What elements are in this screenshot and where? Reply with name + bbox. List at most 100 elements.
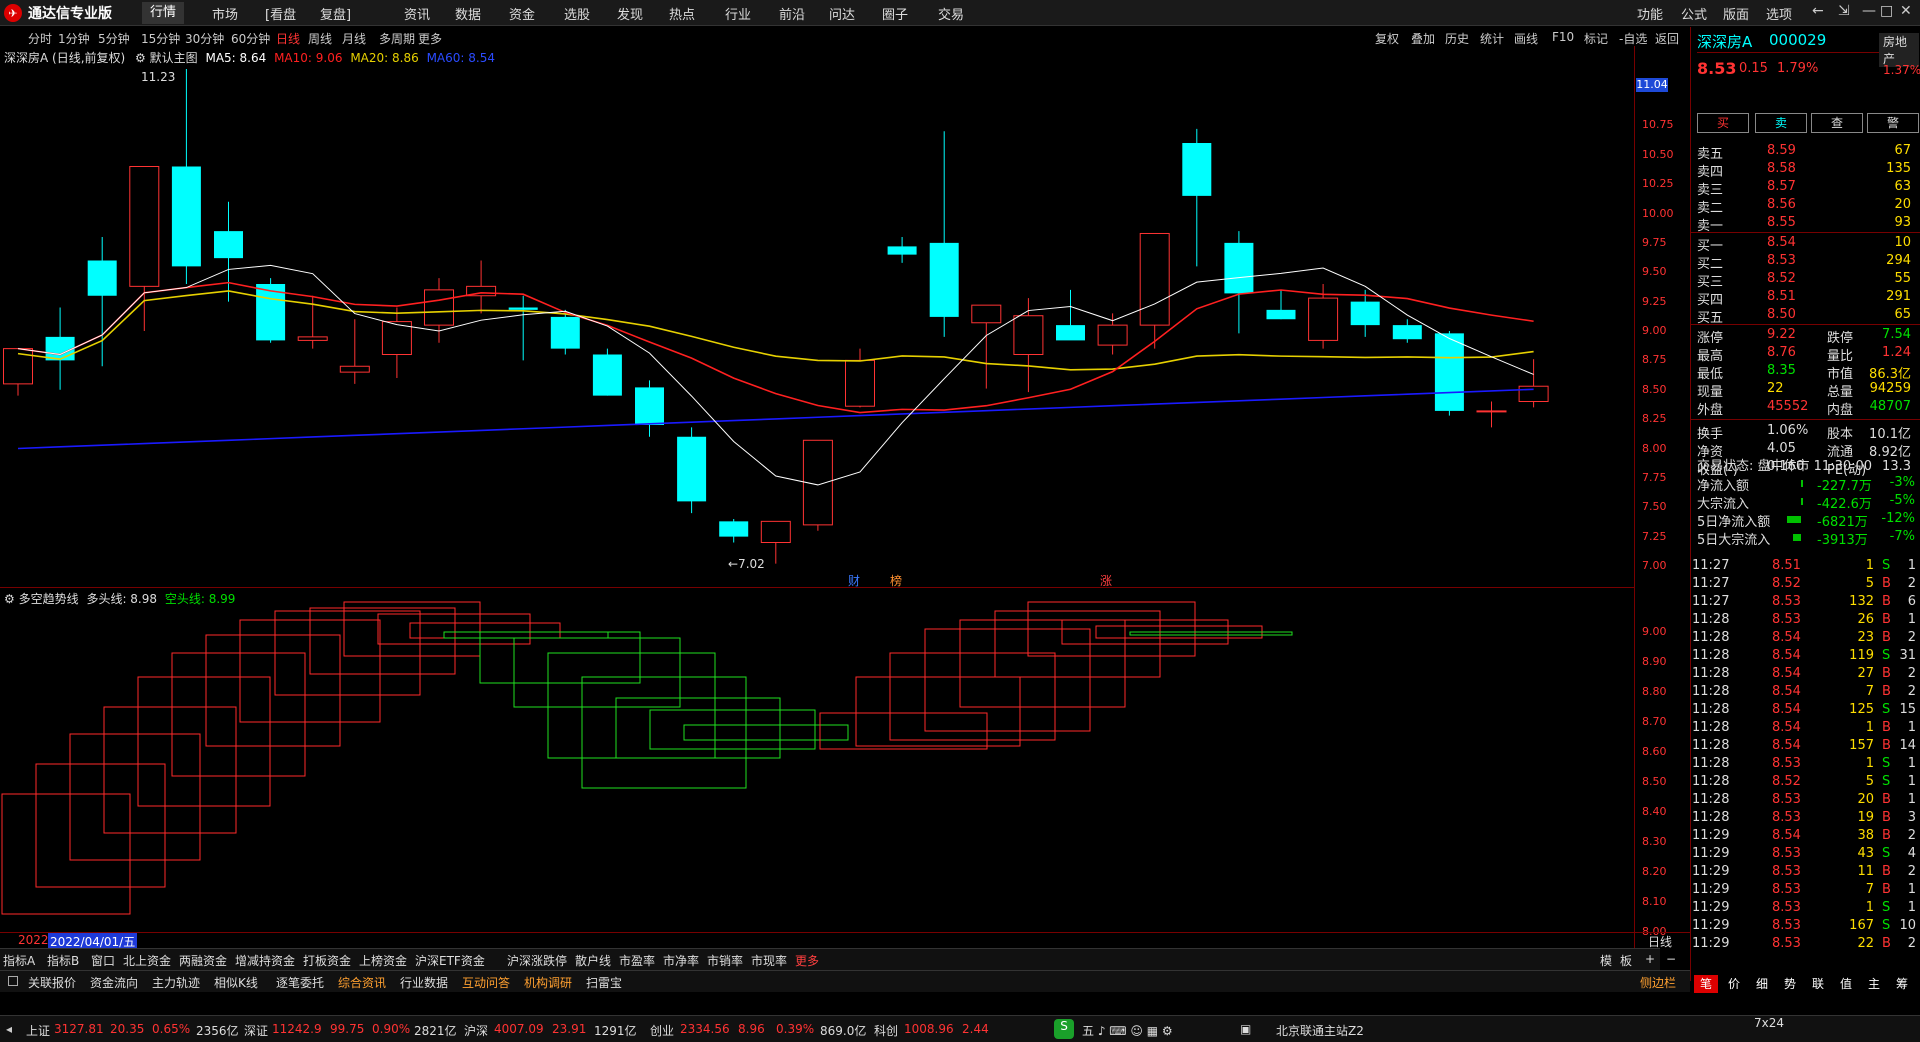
toolbar-button[interactable]: 叠加 (1411, 30, 1435, 47)
menu-item[interactable]: 前沿 (779, 4, 805, 23)
indicator-tab[interactable]: 两融资金 (179, 952, 227, 969)
indicator-tab[interactable]: 市销率 (707, 952, 743, 969)
menu-item[interactable]: 行业 (725, 4, 751, 23)
panel-control[interactable]: 模 (1600, 952, 1612, 969)
side-tab[interactable]: 细 (1750, 975, 1774, 993)
candle-body[interactable] (1056, 325, 1085, 341)
trade-button[interactable]: 买 (1697, 113, 1749, 133)
candle-body[interactable] (1139, 232, 1170, 326)
candle-body[interactable] (1350, 301, 1380, 326)
toolbar-button[interactable]: 返回 (1655, 30, 1679, 47)
period-tab[interactable]: 更多 (418, 30, 442, 47)
menu-item[interactable]: [看盘 (265, 4, 296, 23)
trade-button[interactable]: 卖 (1755, 113, 1807, 133)
indicator-tab[interactable]: 更多 (795, 952, 819, 969)
menu-item[interactable]: 数据 (455, 4, 481, 23)
indicator-tab[interactable]: 散户线 (575, 952, 611, 969)
toolbar-button[interactable]: 画线 (1514, 30, 1538, 47)
candle-body[interactable] (1308, 297, 1339, 341)
indicator-chart-area[interactable] (0, 588, 1635, 948)
candle-body[interactable] (339, 365, 370, 373)
indicator-tab[interactable]: 沪深ETF资金 (415, 952, 485, 969)
info-tab[interactable]: 综合资讯 (338, 974, 386, 991)
menu-icon[interactable]: ◂ (6, 1022, 12, 1036)
settings-icon[interactable]: ⚙ (135, 51, 146, 65)
indicator-tab[interactable]: 指标B (47, 952, 79, 969)
indicator-tab[interactable]: 指标A (3, 952, 35, 969)
candle-body[interactable] (87, 260, 117, 296)
info-tab[interactable]: 关联报价 (28, 974, 76, 991)
candle-body[interactable] (1392, 325, 1422, 340)
candle-body[interactable] (929, 242, 959, 317)
info-tab[interactable]: 主力轨迹 (152, 974, 200, 991)
period-tab[interactable]: 30分钟 (185, 30, 224, 47)
menu-item[interactable]: 热点 (669, 4, 695, 23)
cy-label[interactable]: 创业 (650, 1022, 674, 1039)
menu-item[interactable]: 发现 (617, 4, 643, 23)
candle-body[interactable] (887, 246, 917, 255)
candle-body[interactable] (971, 304, 1002, 324)
period-tab[interactable]: 日线 (276, 30, 300, 47)
toolbar-button[interactable]: -自选 (1619, 30, 1647, 47)
ime-icon[interactable]: S (1054, 1019, 1074, 1039)
panel-control[interactable]: − (1666, 952, 1676, 966)
indicator-tab[interactable]: 沪深涨跌停 (507, 952, 567, 969)
candle-body[interactable] (1434, 333, 1464, 411)
info-tab[interactable]: 机构调研 (524, 974, 572, 991)
candle-body[interactable] (1224, 242, 1254, 294)
list-badge[interactable]: 榜 (890, 572, 902, 589)
right-menu-item[interactable]: 公式 (1681, 4, 1707, 23)
candle-body[interactable] (297, 336, 328, 341)
menu-item[interactable]: 交易 (938, 4, 964, 23)
restore-icon[interactable]: ⇲ (1838, 3, 1850, 19)
menu-item[interactable]: 资讯 (404, 4, 430, 23)
sz-label[interactable]: 深证 (244, 1022, 268, 1039)
info-tab[interactable]: 逐笔委托 (276, 974, 324, 991)
toolbar-button[interactable]: 统计 (1480, 30, 1504, 47)
side-tab[interactable]: 联 (1806, 975, 1830, 993)
period-tab[interactable]: 多周期 (379, 30, 415, 47)
maximize-icon[interactable]: □ (1880, 3, 1893, 19)
panel-icon[interactable] (8, 976, 18, 986)
candle-body[interactable] (424, 289, 454, 326)
trade-button[interactable]: 警 (1867, 113, 1919, 133)
server-label[interactable]: 北京联通主站Z2 (1276, 1022, 1364, 1039)
side-tab[interactable]: 主 (1862, 975, 1886, 993)
limit-badge[interactable]: 涨 (1100, 572, 1112, 589)
ime-toolbar-icon[interactable]: 五 ♪ ⌨ ☺ ▦ ⚙ (1082, 1022, 1173, 1039)
indicator-tab[interactable]: 北上资金 (123, 952, 171, 969)
finance-badge[interactable]: 财 (848, 572, 860, 589)
info-tab[interactable]: 资金流向 (90, 974, 138, 991)
menu-item[interactable]: 圈子 (882, 4, 908, 23)
menu-item[interactable]: 行情 (142, 2, 185, 24)
side-tab[interactable]: 笔 (1694, 975, 1718, 993)
trade-button[interactable]: 查 (1811, 113, 1863, 133)
candle-body[interactable] (508, 307, 538, 310)
close-icon[interactable]: ✕ (1900, 3, 1912, 19)
menu-item[interactable]: 市场 (212, 4, 238, 23)
period-tab[interactable]: 周线 (308, 30, 332, 47)
candle-body[interactable] (550, 316, 580, 349)
period-tab[interactable]: 分时 (28, 30, 52, 47)
period-tab[interactable]: 60分钟 (231, 30, 270, 47)
toolbar-button[interactable]: 标记 (1584, 30, 1608, 47)
right-menu-item[interactable]: 选项 (1766, 4, 1792, 23)
indicator-tab[interactable]: 市现率 (751, 952, 787, 969)
info-tab[interactable]: 互动问答 (462, 974, 510, 991)
candle-body[interactable] (845, 359, 875, 407)
toolbar-button[interactable]: 复权 (1375, 30, 1399, 47)
right-menu-item[interactable]: 功能 (1637, 4, 1663, 23)
candle-body[interactable] (1013, 315, 1044, 356)
main-chart-area[interactable] (0, 46, 1635, 588)
side-tab[interactable]: 值 (1834, 975, 1858, 993)
indicator-tab[interactable]: 增减持资金 (235, 952, 295, 969)
period-tab[interactable]: 5分钟 (98, 30, 130, 47)
indicator-tab[interactable]: 上榜资金 (359, 952, 407, 969)
side-tab[interactable]: 势 (1778, 975, 1802, 993)
sh-label[interactable]: 上证 (26, 1022, 50, 1039)
sidebar-toggle[interactable]: 侧边栏 (1640, 974, 1676, 991)
indicator-tab[interactable]: 市盈率 (619, 952, 655, 969)
candle-body[interactable] (129, 166, 160, 287)
candle-body[interactable] (45, 336, 75, 361)
trend-boxes-chart[interactable] (0, 588, 1635, 948)
